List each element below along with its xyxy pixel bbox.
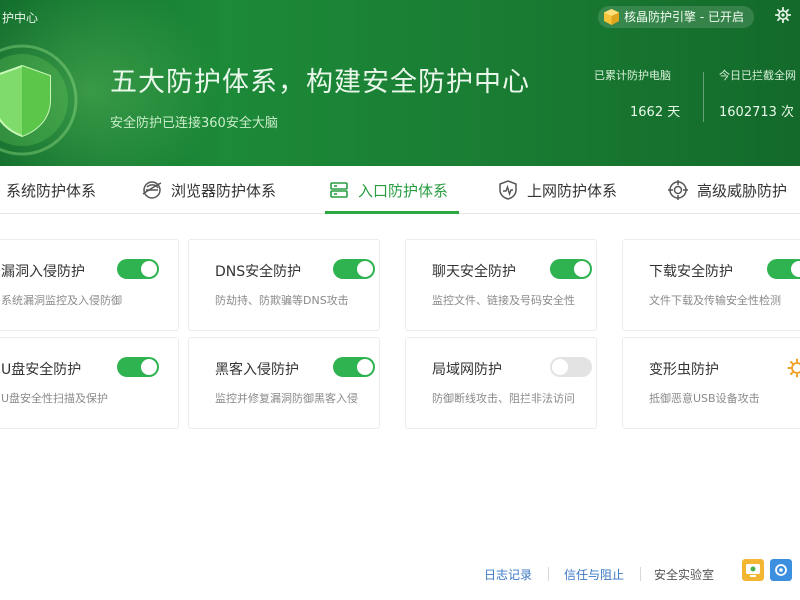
card-badusb-protection: 变形虫防护 抵御恶意USB设备攻击 — [622, 337, 800, 429]
card-desc: 文件下载及传输安全性检测 — [649, 294, 781, 307]
settings-gear-icon[interactable] — [775, 7, 791, 23]
card-usb-protection: U盘安全防护 U盘安全性扫描及保护 — [0, 337, 179, 429]
toggle-switch[interactable] — [550, 357, 592, 377]
app-title: 护中心 — [2, 11, 39, 25]
card-title: 聊天安全防护 — [432, 264, 516, 280]
card-title: 变形虫防护 — [649, 362, 719, 378]
engine-status-pill[interactable]: 核晶防护引擎 - 已开启 — [598, 6, 754, 28]
tab-system[interactable]: 系统防护体系 — [0, 166, 96, 214]
tab-label: 上网防护体系 — [527, 181, 618, 200]
card-vuln-protection: 漏洞入侵防护 系统漏洞监控及入侵防御 — [0, 239, 179, 331]
tab-label: 高级威胁防护 — [697, 181, 788, 200]
toggle-switch[interactable] — [333, 357, 375, 377]
card-desc: 防御断线攻击、阻拦非法访问 — [432, 392, 575, 405]
card-desc: U盘安全性扫描及保护 — [1, 392, 109, 405]
card-chat-protection: 聊天安全防护 监控文件、链接及号码安全性 — [405, 239, 597, 331]
card-lan-protection: 局域网防护 防御断线攻击、阻拦非法访问 — [405, 337, 597, 429]
card-title: 漏洞入侵防护 — [1, 264, 85, 280]
stat-divider — [703, 72, 704, 122]
tab-advanced-threat[interactable]: 高级威胁防护 — [667, 166, 787, 214]
header-banner: 护中心 五大防护体系，构建安全防护中心 安全防护已连接360安全大脑 核晶防护引… — [0, 0, 800, 166]
protection-tabs: 系统防护体系 浏览器防护体系 入口防护体系 上网防护体系 高级威胁防护 — [0, 166, 800, 214]
engine-cube-icon — [604, 9, 619, 25]
browser-icon — [142, 181, 162, 199]
tab-network[interactable]: 上网防护体系 — [497, 166, 617, 214]
toggle-switch[interactable] — [117, 357, 159, 377]
shield-logo-icon — [0, 44, 78, 156]
stat-days-label: 已累计防护电脑 — [594, 69, 671, 82]
card-desc: 监控并修复漏洞防御黑客入侵 — [215, 392, 358, 405]
page-headline: 五大防护体系，构建安全防护中心 — [110, 67, 530, 98]
toggle-switch[interactable] — [550, 259, 592, 279]
server-entry-icon — [330, 182, 348, 198]
card-title: DNS安全防护 — [215, 264, 302, 280]
toggle-switch[interactable] — [333, 259, 375, 279]
stat-days-value: 1662 天 — [630, 105, 681, 120]
stat-blocked-label: 今日已拦截全网 — [719, 69, 796, 82]
toggle-switch[interactable] — [767, 259, 800, 279]
lab-app-icon[interactable] — [742, 559, 764, 581]
card-title: 局域网防护 — [432, 362, 502, 378]
tab-browser[interactable]: 浏览器防护体系 — [141, 166, 276, 214]
toggle-switch[interactable] — [117, 259, 159, 279]
tab-label: 浏览器防护体系 — [171, 181, 277, 200]
card-title: U盘安全防护 — [1, 362, 82, 378]
security-lab-label: 安全实验室 — [654, 568, 715, 582]
stat-blocked-value: 1602713 次 — [719, 105, 795, 120]
gear-warning-icon[interactable] — [787, 358, 800, 378]
card-desc: 监控文件、链接及号码安全性 — [432, 294, 575, 307]
card-desc: 抵御恶意USB设备攻击 — [649, 392, 760, 405]
target-icon — [668, 180, 688, 200]
card-title: 黑客入侵防护 — [215, 362, 299, 378]
footer-divider — [548, 567, 549, 581]
engine-status-label: 核晶防护引擎 - 已开启 — [624, 10, 744, 24]
card-hacker-protection: 黑客入侵防护 监控并修复漏洞防御黑客入侵 — [188, 337, 380, 429]
footer-divider — [640, 567, 641, 581]
tab-label: 系统防护体系 — [6, 181, 97, 200]
card-title: 下载安全防护 — [649, 264, 733, 280]
card-download-protection: 下载安全防护 文件下载及传输安全性检测 — [622, 239, 800, 331]
usb-app-icon[interactable] — [770, 559, 792, 581]
card-dns-protection: DNS安全防护 防劫持、防欺骗等DNS攻击 — [188, 239, 380, 331]
brain-status: 安全防护已连接360安全大脑 — [110, 116, 278, 131]
card-desc: 系统漏洞监控及入侵防御 — [1, 294, 122, 307]
card-desc: 防劫持、防欺骗等DNS攻击 — [215, 294, 349, 307]
network-shield-icon — [499, 180, 517, 200]
tab-entry[interactable]: 入口防护体系 — [328, 166, 448, 214]
trust-block-link[interactable]: 信任与阻止 — [564, 566, 624, 583]
tab-label: 入口防护体系 — [358, 181, 449, 200]
log-record-link[interactable]: 日志记录 — [484, 566, 532, 583]
active-tab-indicator — [325, 211, 459, 214]
